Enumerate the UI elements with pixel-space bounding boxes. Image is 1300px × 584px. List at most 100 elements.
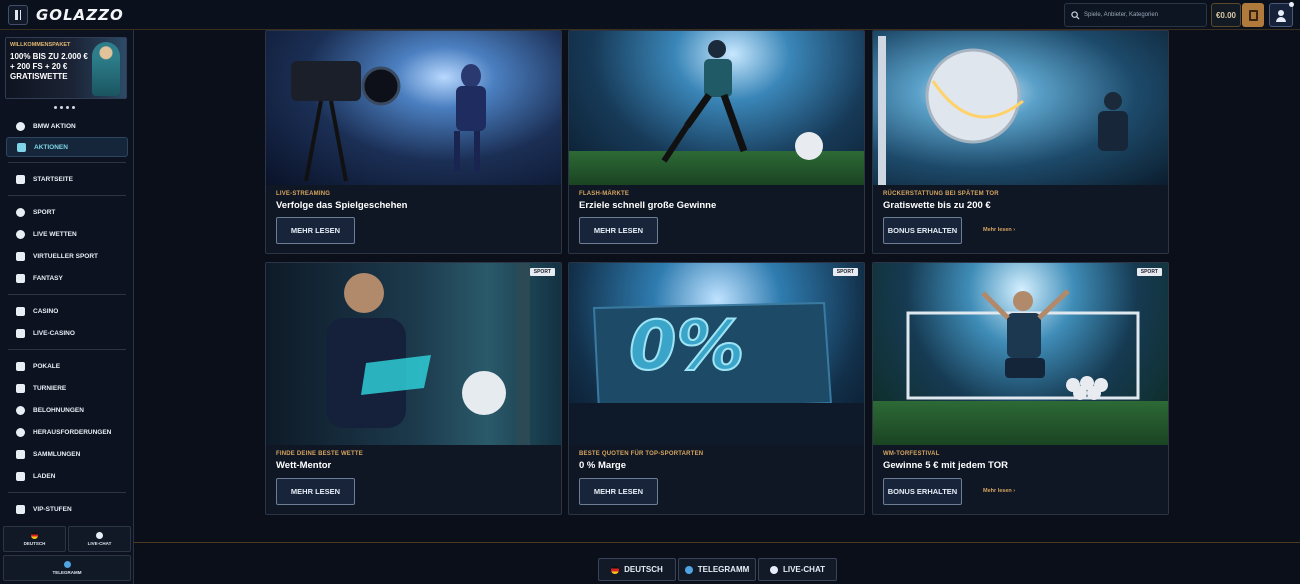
sidebar-item-aktionen[interactable]: AKTIONEN [6, 137, 128, 157]
sidebar-item-startseite[interactable]: STARTSEITE [0, 168, 134, 190]
sidebar-item-pokale[interactable]: POKALE [0, 355, 134, 377]
sidebar-item-casino[interactable]: CASINO [0, 300, 134, 322]
live-casino-icon [16, 328, 25, 338]
claim-bonus-button[interactable]: BONUS ERHALTEN [883, 478, 962, 505]
cards-icon [16, 306, 25, 316]
sidebar-item-vip-stufen[interactable]: VIP-STUFEN [0, 498, 134, 520]
bet-mentor-image [266, 263, 561, 445]
footer-language-button[interactable]: DEUTSCH [598, 558, 676, 581]
sidebar-item-fantasy[interactable]: FANTASY [0, 267, 134, 289]
live-chat-button[interactable]: LIVE-CHAT [68, 526, 131, 552]
card-title: Wett-Mentor [276, 460, 332, 471]
read-more-button[interactable]: MEHR LESEN [579, 217, 658, 244]
card-kicker: FLASH-MÄRKTE [579, 191, 630, 197]
card-kicker: FINDE DEINE BESTE WETTE [276, 451, 363, 457]
divider [8, 492, 126, 493]
card-kicker: WM-TORFESTIVAL [883, 451, 940, 457]
divider [8, 162, 126, 163]
search-icon [1071, 10, 1080, 20]
card-title: 0 % Marge [579, 460, 626, 471]
chat-icon [96, 532, 103, 539]
read-more-link[interactable]: Mehr lesen › [983, 227, 1015, 233]
card-title: Erziele schnell große Gewinne [579, 200, 717, 211]
trophy-icon [16, 361, 25, 371]
user-account-button[interactable] [1269, 2, 1294, 27]
wallet-button[interactable] [1242, 3, 1264, 27]
sidebar-item-laden[interactable]: LADEN [0, 465, 134, 487]
sidebar-toggle-button[interactable] [8, 4, 28, 25]
divider [8, 294, 126, 295]
welcome-promo-banner[interactable]: WILLKOMMENSPAKET 100% BIS ZU 2.000 € + 2… [5, 37, 127, 99]
telegram-icon [63, 561, 71, 568]
reward-icon [16, 405, 25, 415]
german-flag-icon [31, 532, 38, 539]
divider [8, 349, 126, 350]
search-input[interactable]: Spiele, Anbieter, Kategorien [1064, 3, 1207, 27]
refund-goal-image [873, 31, 1168, 186]
promo-card-live-streaming[interactable]: LIVE-STREAMING Verfolge das Spielgescheh… [265, 30, 562, 254]
vip-icon [16, 504, 25, 514]
logo[interactable]: GOLAZZO [36, 6, 124, 24]
target-icon [16, 427, 25, 437]
telegram-button[interactable]: TELEGRAMM [3, 555, 131, 581]
podium-icon [16, 383, 25, 393]
card-title: Verfolge das Spielgeschehen [276, 200, 408, 211]
notification-dot [1289, 2, 1294, 7]
read-more-button[interactable]: MEHR LESEN [579, 478, 658, 505]
sidebar-item-belohnungen[interactable]: BELOHNUNGEN [0, 399, 134, 421]
sidebar-nav: BMW AKTION AKTIONEN STARTSEITE SPORT LIV… [0, 115, 134, 520]
sidebar-item-sport[interactable]: SPORT [0, 201, 134, 223]
zero-percent-banner-text: 0% [628, 306, 745, 387]
card-kicker: RÜCKERSTATTUNG BEI SPÄTEM TOR [883, 191, 999, 197]
read-more-button[interactable]: MEHR LESEN [276, 478, 355, 505]
top-bar: GOLAZZO Spiele, Anbieter, Kategorien €0.… [0, 0, 1300, 30]
footer-telegram-button[interactable]: TELEGRAMM [678, 558, 756, 581]
promo-kicker: WILLKOMMENSPAKET [10, 42, 71, 48]
claim-bonus-button[interactable]: BONUS ERHALTEN [883, 217, 962, 244]
promo-text: 100% BIS ZU 2.000 € + 200 FS + 20 € GRAT… [10, 52, 88, 81]
read-more-button[interactable]: MEHR LESEN [276, 217, 355, 244]
card-title: Gewinne 5 € mit jedem TOR [883, 460, 1008, 471]
collection-icon [16, 449, 25, 459]
sidebar-item-sammlungen[interactable]: SAMMLUNGEN [0, 443, 134, 465]
virtual-icon [16, 251, 25, 261]
sport-badge: SPORT [832, 268, 858, 276]
world-cup-goals-image [873, 263, 1168, 445]
sidebar-item-virtueller-sport[interactable]: VIRTUELLER SPORT [0, 245, 134, 267]
promo-card-world-cup-goals[interactable]: SPORT WM-TORFESTIVAL Gewinne 5 € mit jed… [872, 262, 1169, 515]
chat-icon [769, 565, 778, 574]
carousel-dots[interactable] [54, 106, 75, 109]
sidebar-item-turniere[interactable]: TURNIERE [0, 377, 134, 399]
live-icon [16, 229, 25, 239]
footer-divider [134, 542, 1300, 543]
read-more-link[interactable]: Mehr lesen › [983, 488, 1015, 494]
german-flag-icon [611, 565, 620, 574]
sidebar-item-live-casino[interactable]: LIVE-CASINO [0, 322, 134, 344]
language-button[interactable]: DEUTSCH [3, 526, 66, 552]
soccer-ball-icon [16, 121, 25, 131]
telegram-icon [684, 565, 693, 574]
sport-badge: SPORT [529, 268, 555, 276]
promo-card-bet-mentor[interactable]: SPORT FINDE DEINE BESTE WETTE Wett-Mento… [265, 262, 562, 515]
gamepad-icon [16, 174, 25, 184]
sport-badge: SPORT [1136, 268, 1162, 276]
user-icon [1278, 10, 1284, 16]
sidebar-item-herausforderungen[interactable]: HERAUSFORDERUNGEN [0, 421, 134, 443]
live-streaming-image [266, 31, 561, 185]
sidebar-toggle-icon [15, 9, 21, 20]
promo-card-flash-markets[interactable]: FLASH-MÄRKTE Erziele schnell große Gewin… [568, 30, 865, 254]
balance-display[interactable]: €0.00 [1211, 3, 1241, 27]
sidebar-item-bmw-aktion[interactable]: BMW AKTION [0, 115, 134, 137]
card-title: Gratiswette bis zu 200 € [883, 200, 991, 211]
sidebar-item-live-wetten[interactable]: LIVE WETTEN [0, 223, 134, 245]
promo-card-zero-margin[interactable]: 0% SPORT BESTE QUOTEN FÜR TOP-SPORTARTEN… [568, 262, 865, 515]
footer-live-chat-button[interactable]: LIVE-CHAT [758, 558, 837, 581]
wallet-icon [1248, 9, 1258, 21]
flash-markets-image [569, 31, 864, 185]
search-placeholder: Spiele, Anbieter, Kategorien [1084, 12, 1159, 18]
promo-card-refund-late-goal[interactable]: RÜCKERSTATTUNG BEI SPÄTEM TOR Gratiswett… [872, 30, 1169, 254]
divider [8, 195, 126, 196]
card-kicker: BESTE QUOTEN FÜR TOP-SPORTARTEN [579, 451, 704, 457]
soccer-ball-icon [16, 207, 25, 217]
shirt-icon [16, 273, 25, 283]
